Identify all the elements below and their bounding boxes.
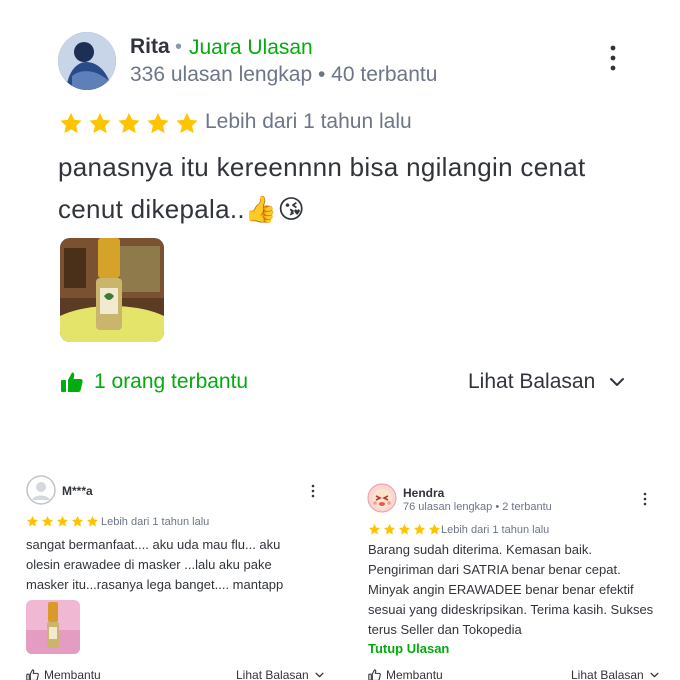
view-replies-button[interactable]: Lihat Balasan [571,668,659,680]
kebab-menu-icon[interactable] [603,44,623,72]
rating-stars [26,515,99,528]
star-icon [71,515,84,527]
separator-dot: • [175,36,183,58]
thumbs-up-icon [61,372,83,392]
review-date: Lebih dari 1 tahun lalu [441,524,550,536]
review-photo[interactable] [60,238,164,342]
reviewer-avatar[interactable] [367,483,397,513]
kebab-menu-icon[interactable] [640,492,650,506]
rating-stars [58,111,200,136]
reviewer-name[interactable]: Rita [130,35,170,59]
reviewer-avatar[interactable] [58,32,116,90]
review-photo[interactable] [26,600,80,654]
collapse-review-link[interactable]: Tutup Ulasan [368,641,449,656]
helpful-button[interactable]: Membantu [26,668,101,680]
star-icon [56,515,69,527]
view-replies-button[interactable]: Lihat Balasan [468,370,625,394]
star-icon [41,515,54,527]
view-replies-label: Lihat Balasan [468,370,596,393]
star-icon [118,112,140,134]
star-icon [89,112,111,134]
review-card: Hendra 76 ulasan lengkap • 2 terbantu Le… [340,470,680,680]
thumbs-up-outline-icon [26,669,39,680]
chevron-down-icon [610,378,625,386]
review-text: Barang sudah diterima. Kemasan baik. Pen… [368,542,654,637]
star-icon [428,523,441,535]
review-date: Lebih dari 1 tahun lalu [205,110,412,133]
star-icon [413,523,426,535]
reviewer-badge: Juara Ulasan [189,36,313,59]
view-replies-label: Lihat Balasan [571,668,644,680]
star-icon [26,515,39,527]
reviewer-name[interactable]: M***a [62,484,93,498]
helpful-label: Membantu [386,668,443,680]
chevron-down-icon [650,672,659,678]
helpful-button[interactable]: 1 orang terbantu [60,370,248,394]
reviewer-avatar[interactable] [26,475,56,505]
star-icon [398,523,411,535]
review-date: Lebih dari 1 tahun lalu [101,516,210,528]
star-icon [383,523,396,535]
thumbs-up-outline-icon [368,669,381,680]
star-icon [86,515,99,527]
star-icon [60,112,82,134]
chevron-down-icon [315,672,324,678]
rating-stars [368,523,441,536]
reviewer-stats: 336 ulasan lengkap • 40 terbantu [130,63,438,86]
view-replies-label: Lihat Balasan [236,668,309,680]
review-text: sangat bermanfaat.... aku uda mau flu...… [26,537,284,592]
review-text: panasnya itu kereennnn bisa ngilangin ce… [58,152,586,224]
helpful-count: 1 orang terbantu [94,370,249,393]
helpful-button[interactable]: Membantu [368,668,443,680]
star-icon [176,112,198,134]
reviewer-name[interactable]: Hendra [403,486,444,500]
review-card: M***a Lebih dari 1 tahun lalu sangat ber… [0,470,340,680]
helpful-label: Membantu [44,668,101,680]
reviewer-stats: 76 ulasan lengkap • 2 terbantu [403,501,552,513]
main-review-card: Rita • Juara Ulasan 336 ulasan lengkap •… [0,0,680,430]
star-icon [368,523,381,535]
star-icon [147,112,169,134]
kebab-menu-icon[interactable] [308,484,318,498]
view-replies-button[interactable]: Lihat Balasan [236,668,324,680]
